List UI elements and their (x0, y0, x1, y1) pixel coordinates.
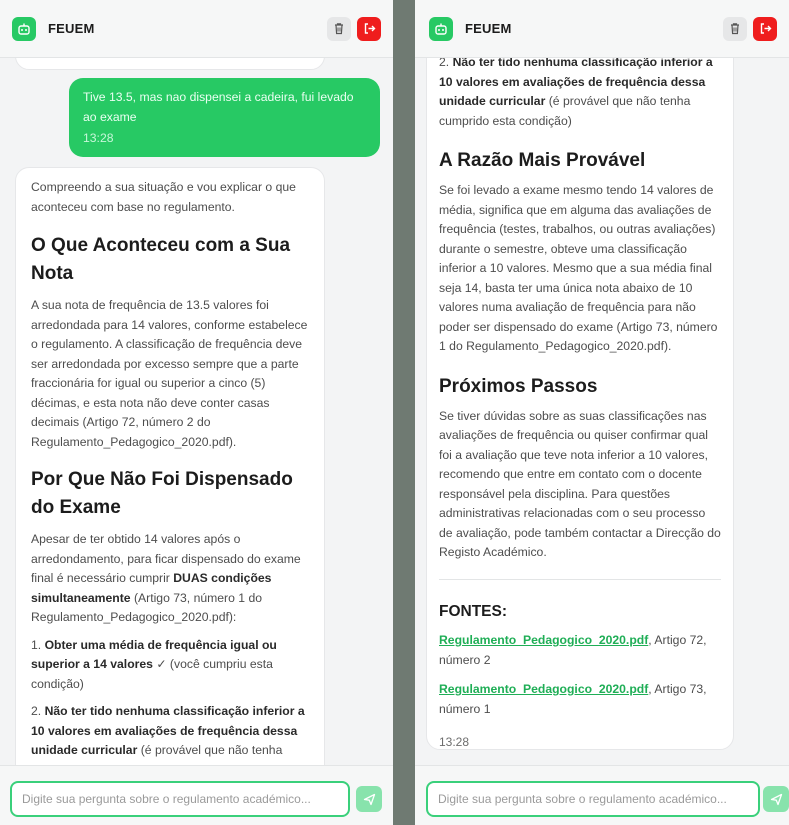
question-input[interactable]: Digite sua pergunta sobre o regulamento … (10, 781, 350, 817)
heading-passos: Próximos Passos (439, 375, 598, 397)
bot-message-bubble: Compreendo a sua situação e vou explicar… (15, 167, 325, 765)
composer: Digite sua pergunta sobre o regulamento … (0, 765, 393, 825)
logout-button[interactable] (357, 16, 381, 41)
composer: Digite sua pergunta sobre o regulamento … (415, 765, 789, 825)
bot-message-time: 13:28 (439, 735, 470, 749)
heading-dispensa: Por Que Não Foi Dispensado do Exame (31, 469, 293, 518)
logout-button[interactable] (753, 16, 777, 41)
chat-header: FEUEM (0, 0, 393, 58)
user-message-time: 13:28 (83, 131, 114, 145)
source-2-link[interactable]: Regulamento_Pedagogico_2020.pdf (439, 682, 648, 696)
message-list[interactable]: Tive 13.5, mas nao dispensei a cadeira, … (0, 58, 393, 765)
robot-icon (429, 16, 453, 41)
bot-message-bubble: 2. Não ter tido nenhuma classificação in… (426, 58, 734, 750)
paragraph-dispensa: Apesar de ter obtido 14 valores após o a… (31, 532, 301, 624)
question-input[interactable]: Digite sua pergunta sobre o regulamento … (426, 781, 760, 817)
condition-1: 1. Obter uma média de frequência igual o… (31, 637, 277, 691)
sources-divider (439, 578, 721, 580)
condition-2: 2. Não ter tido nenhuma classificação in… (439, 58, 713, 128)
trash-icon (731, 23, 739, 35)
input-placeholder: Digite sua pergunta sobre o regulamento … (438, 792, 727, 806)
brand-name: FEUEM (465, 21, 512, 36)
logout-icon (364, 23, 375, 34)
heading-fontes: FONTES: (439, 602, 508, 620)
source-1: Regulamento_Pedagogico_2020.pdf, Artigo … (439, 633, 707, 667)
send-icon (363, 793, 375, 805)
heading-razao: A Razão Mais Provável (439, 150, 646, 171)
source-1-link[interactable]: Regulamento_Pedagogico_2020.pdf (439, 633, 648, 647)
paragraph-passos: Se tiver dúvidas sobre as suas classific… (439, 408, 721, 560)
send-icon (770, 793, 782, 805)
user-message-bubble: Tive 13.5, mas nao dispensei a cadeira, … (69, 78, 380, 157)
source-2: Regulamento_Pedagogico_2020.pdf, Artigo … (439, 682, 707, 716)
user-message-text: Tive 13.5, mas nao dispensei a cadeira, … (83, 90, 354, 124)
heading-nota: O Que Aconteceu com a Sua Nota (31, 235, 291, 284)
chat-panel-left: FEUEM Tive 13.5, mas nao dispensei a cad… (0, 0, 393, 825)
paragraph-nota: A sua nota de frequência de 13.5 valores… (31, 298, 308, 449)
brand-name: FEUEM (48, 21, 95, 36)
previous-message-bubble (15, 58, 325, 70)
clear-chat-button[interactable] (723, 16, 747, 41)
bot-intro: Compreendo a sua situação e vou explicar… (31, 180, 296, 214)
send-button[interactable] (356, 786, 382, 812)
logout-icon (760, 23, 771, 34)
trash-icon (335, 23, 343, 35)
message-list[interactable]: 2. Não ter tido nenhuma classificação in… (415, 58, 789, 765)
input-placeholder: Digite sua pergunta sobre o regulamento … (22, 792, 311, 806)
paragraph-razao: Se foi levado a exame mesmo tendo 14 val… (439, 183, 718, 353)
chat-header: FEUEM (415, 0, 789, 58)
condition-2: 2. Não ter tido nenhuma classificação in… (31, 704, 305, 765)
robot-icon (12, 16, 36, 41)
send-button[interactable] (763, 786, 789, 812)
clear-chat-button[interactable] (327, 16, 351, 41)
chat-panel-right: FEUEM 2. Não ter tido nenhuma classifica… (415, 0, 789, 825)
